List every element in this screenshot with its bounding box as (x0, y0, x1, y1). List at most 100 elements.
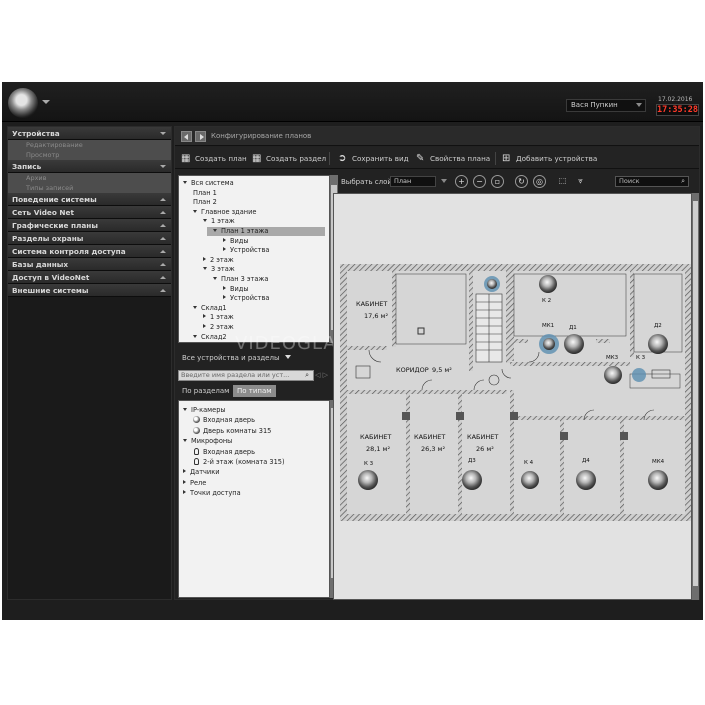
user-select[interactable]: Вася Пупкин (566, 99, 646, 112)
tab-by-types[interactable]: По типам (233, 385, 276, 397)
device-list[interactable]: IP-камеры Входная дверь Дверь комнаты 315 М… (178, 400, 330, 598)
sidebar-item-view[interactable]: Просмотр (8, 150, 171, 160)
search-icon[interactable]: ⌕ (305, 371, 309, 380)
menu-dropdown-icon[interactable] (42, 100, 50, 104)
layer-select[interactable]: План (390, 176, 436, 187)
camera-icon[interactable] (487, 279, 497, 289)
camera-icon[interactable] (462, 470, 482, 490)
create-plan-button[interactable]: ▦ Создать план (181, 153, 247, 164)
tree-node[interactable]: 2 этаж (203, 323, 234, 332)
add-devices-button[interactable]: ⊞ Добавить устройства (502, 153, 597, 164)
sidebar-section-behavior[interactable]: Поведение системы (8, 193, 171, 206)
camera-icon[interactable] (543, 338, 555, 350)
device-nav-arrows[interactable]: ◁ ▷ (315, 370, 331, 381)
sidebar-section-external[interactable]: Внешние системы (8, 284, 171, 297)
camera-icon[interactable] (648, 334, 668, 354)
collapsed-arrow-icon[interactable] (203, 324, 206, 328)
sidebar-section-access-control[interactable]: Система контроля доступа (8, 245, 171, 258)
device-list-item[interactable]: Датчики (183, 467, 219, 477)
tab-by-sections[interactable]: По разделам (178, 385, 233, 397)
fit-icon[interactable]: ▫ (491, 175, 504, 188)
collapsed-arrow-icon[interactable] (183, 469, 186, 474)
map-search-input[interactable]: Поиск ⌕ (615, 176, 689, 187)
device-list-item[interactable]: IP-камеры (183, 405, 226, 415)
tree-node[interactable]: Главное здание (193, 208, 256, 217)
expanded-arrow-icon[interactable] (193, 334, 197, 338)
chevron-down-icon[interactable] (441, 179, 447, 183)
tree-node[interactable]: Устройства (223, 246, 269, 255)
tree-node[interactable]: План 2 (193, 198, 217, 207)
collapsed-arrow-icon[interactable] (183, 490, 186, 495)
logo-icon[interactable] (8, 88, 38, 118)
sidebar-item-record-types[interactable]: Типы записей (8, 183, 171, 193)
zoom-in-icon[interactable]: + (455, 175, 468, 188)
tree-node[interactable]: 1 этаж (203, 217, 235, 226)
camera-icon[interactable] (648, 470, 668, 490)
sidebar-section-videonet-access[interactable]: Доступ в VideoNet (8, 271, 171, 284)
device-list-item[interactable]: Реле (183, 478, 206, 488)
expanded-arrow-icon[interactable] (183, 408, 187, 411)
sidebar-section-security-sections[interactable]: Разделы охраны (8, 232, 171, 245)
tree-node[interactable]: 1 этаж (203, 313, 234, 322)
tree-node[interactable]: План 3 этажа (213, 275, 268, 284)
tree-node[interactable]: План 1 этажа (207, 227, 325, 236)
map-scrollbar[interactable] (692, 193, 699, 600)
search-icon[interactable]: ⌕ (681, 177, 685, 186)
signal-icon[interactable]: ⩔ (574, 175, 587, 188)
camera-marker-active[interactable] (632, 368, 646, 382)
scroll-thumb[interactable] (693, 201, 698, 586)
sidebar-item-edit[interactable]: Редактирование (8, 140, 171, 150)
tree-node[interactable]: Виды (223, 237, 249, 246)
expanded-arrow-icon[interactable] (213, 229, 217, 232)
collapsed-arrow-icon[interactable] (203, 314, 206, 319)
collapsed-arrow-icon[interactable] (203, 256, 206, 261)
forward-button[interactable] (195, 131, 206, 142)
back-button[interactable] (181, 131, 192, 142)
tree-node[interactable]: Устройства (223, 294, 269, 303)
tree-node[interactable]: Склад2 (193, 333, 227, 342)
camera-icon[interactable] (358, 470, 378, 490)
tree-node[interactable]: Вся система (183, 179, 234, 188)
zoom-out-icon[interactable]: − (473, 175, 486, 188)
collapsed-arrow-icon[interactable] (223, 285, 226, 290)
expanded-arrow-icon[interactable] (193, 209, 197, 213)
select-area-icon[interactable]: ⬚ (556, 175, 569, 188)
tree-node[interactable]: План 1 (193, 189, 217, 198)
expanded-arrow-icon[interactable] (203, 219, 207, 223)
camera-icon[interactable] (539, 275, 557, 293)
expanded-arrow-icon[interactable] (213, 277, 217, 280)
sidebar-section-devices[interactable]: Устройства (8, 127, 171, 140)
create-section-button[interactable]: ▦ Создать раздел (252, 153, 326, 164)
camera-icon[interactable] (576, 470, 596, 490)
reset-icon[interactable]: ◎ (533, 175, 546, 188)
collapsed-arrow-icon[interactable] (223, 237, 226, 242)
tree-node[interactable]: Виды (223, 285, 249, 294)
sidebar-section-graphic-plans[interactable]: Графические планы (8, 219, 171, 232)
expanded-arrow-icon[interactable] (203, 267, 207, 271)
sidebar-section-databases[interactable]: Базы данных (8, 258, 171, 271)
device-list-item[interactable]: Микрофоны (183, 436, 232, 446)
camera-icon[interactable] (564, 334, 584, 354)
collapsed-arrow-icon[interactable] (183, 479, 186, 484)
tree-node[interactable]: 2 этаж (203, 256, 234, 265)
device-list-item[interactable]: Точки доступа (183, 488, 241, 498)
devices-filter[interactable]: Все устройства и разделы (178, 351, 338, 365)
sidebar-item-archive[interactable]: Архив (8, 173, 171, 183)
sidebar-section-videonet[interactable]: Сеть Video Net (8, 206, 171, 219)
device-search-input[interactable]: Введите имя раздела или уст... ⌕ (178, 370, 314, 381)
floor-plan-canvas[interactable]: КАБИНЕТ 17,6 м² КОРИДОР 9,5 м² КАБИНЕТ 2… (333, 193, 692, 600)
plan-tree[interactable]: Вся система План 1 План 2 Главное здание 1 э… (178, 175, 330, 343)
expanded-arrow-icon[interactable] (183, 439, 187, 443)
rotate-icon[interactable]: ↻ (515, 175, 528, 188)
sidebar-section-recording[interactable]: Запись (8, 160, 171, 173)
expanded-arrow-icon[interactable] (183, 181, 187, 184)
collapsed-arrow-icon[interactable] (223, 295, 226, 300)
expanded-arrow-icon[interactable] (193, 305, 197, 309)
collapsed-arrow-icon[interactable] (223, 247, 226, 252)
plan-properties-button[interactable]: ✎ Свойства плана (416, 153, 490, 164)
device-list-item[interactable]: Дверь комнаты 315 (193, 426, 271, 436)
device-list-item[interactable]: Входная дверь (193, 415, 255, 425)
device-list-item[interactable]: 2-й этаж (комната 315) (193, 457, 285, 467)
tree-node[interactable]: 3 этаж (203, 265, 235, 274)
device-list-item[interactable]: Входная дверь (193, 447, 255, 457)
